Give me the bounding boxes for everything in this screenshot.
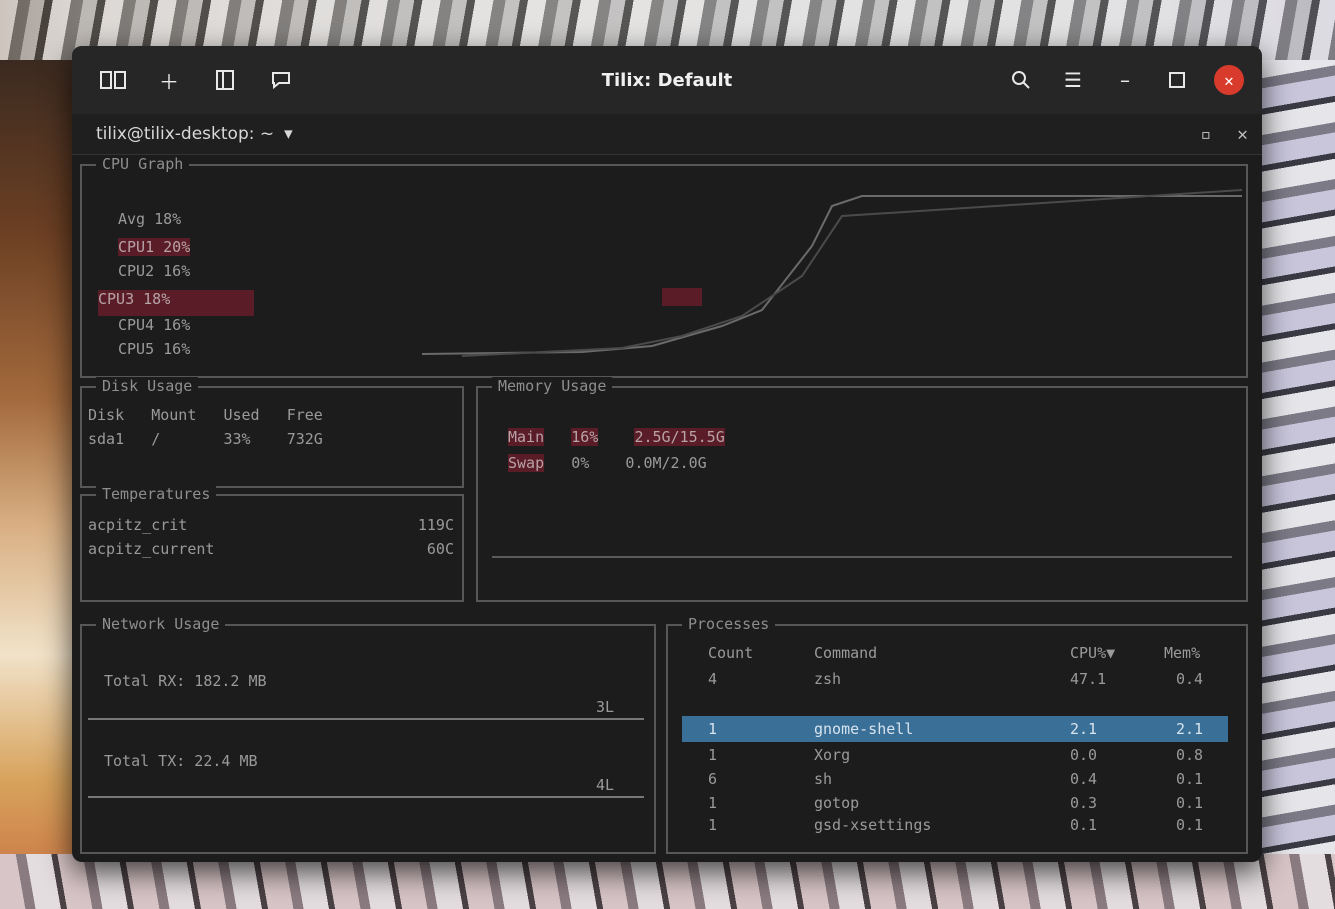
add-icon[interactable]: ＋ — [154, 65, 184, 95]
process-header-cpu[interactable]: CPU%▼ — [1070, 644, 1115, 662]
process-count: 1 — [708, 816, 718, 834]
network-rx-rate: 3L — [596, 698, 615, 716]
session-close-icon[interactable]: ✕ — [1237, 124, 1248, 145]
temp-value-0: 119C — [417, 516, 454, 534]
search-icon[interactable] — [1006, 65, 1036, 95]
selected-process-highlight — [682, 716, 1228, 742]
process-command: zsh — [814, 670, 842, 688]
session-dropdown[interactable]: tilix@tilix-desktop: ~ ▾ — [72, 124, 293, 144]
process-mem: 0.4 — [1176, 670, 1204, 688]
headerbar-right: ☰ – ✕ — [1006, 46, 1244, 114]
network-tx-rate: 4L — [596, 776, 615, 794]
memory-graph-line — [492, 556, 1232, 558]
cpu-legend-2: CPU2 16% — [118, 262, 191, 280]
process-count: 1 — [708, 794, 718, 812]
network-usage-title: Network Usage — [96, 615, 226, 633]
headerbar-left: ＋ — [72, 65, 296, 95]
memory-swap-row: Swap 0% 0.0M/2.0G — [508, 454, 707, 472]
close-icon[interactable]: ✕ — [1214, 65, 1244, 95]
process-cpu: 0.4 — [1070, 770, 1098, 788]
temp-row-0: acpitz_crit — [88, 516, 188, 534]
process-cpu: 2.1 — [1070, 720, 1098, 738]
wallpaper-bottom — [0, 854, 1335, 909]
wallpaper-right — [1250, 60, 1335, 909]
process-count: 1 — [708, 746, 718, 764]
temperatures-title: Temperatures — [96, 485, 217, 503]
minimize-icon[interactable]: – — [1110, 65, 1140, 95]
cpu-legend-5: CPU5 16% — [118, 340, 191, 358]
session-tabbar: tilix@tilix-desktop: ~ ▾ ▫ ✕ — [72, 114, 1262, 155]
process-command: sh — [814, 770, 833, 788]
processes-title: Processes — [682, 615, 776, 633]
process-mem: 0.1 — [1176, 794, 1204, 812]
chat-icon[interactable] — [266, 65, 296, 95]
cpu-graph-panel: CPU Graph Avg 18% CPU1 20% CPU2 16% CPU3… — [80, 155, 1248, 378]
network-tx-label: Total TX: 22.4 MB — [104, 752, 258, 770]
process-mem: 2.1 — [1176, 720, 1204, 738]
process-command: Xorg — [814, 746, 851, 764]
memory-usage-panel: Memory Usage Main 16% 2.5G/15.5G Swap 0%… — [476, 377, 1248, 602]
maximize-icon[interactable] — [1162, 65, 1192, 95]
network-tx-line — [88, 796, 644, 798]
disk-usage-title: Disk Usage — [96, 377, 199, 395]
disk-usage-panel: Disk Usage Disk Mount Used Free sda1 / 3… — [80, 377, 464, 488]
process-header-command[interactable]: Command — [814, 644, 877, 662]
disk-header-row: Disk Mount Used Free — [88, 406, 323, 424]
process-cpu: 0.3 — [1070, 794, 1098, 812]
session-label: tilix@tilix-desktop: ~ — [96, 124, 275, 144]
terminal-window: ＋ Tilix: Default ☰ – ✕ tilix@tilix-deskt… — [72, 46, 1262, 862]
cpu-graph-plot — [422, 189, 1242, 357]
process-cpu: 0.1 — [1070, 816, 1098, 834]
wallpaper-left — [0, 60, 80, 909]
split-icon[interactable] — [98, 65, 128, 95]
process-mem: 0.8 — [1176, 746, 1204, 764]
cpu-legend-3: CPU3 18% — [98, 290, 254, 316]
process-cpu: 47.1 — [1070, 670, 1107, 688]
network-usage-panel: Network Usage Total RX: 182.2 MB 3L Tota… — [80, 615, 656, 854]
process-command: gnome-shell — [814, 720, 914, 738]
process-count: 4 — [708, 670, 718, 688]
temp-row-1: acpitz_current — [88, 540, 215, 558]
process-count: 1 — [708, 720, 718, 738]
memory-main-row: Main 16% 2.5G/15.5G — [508, 428, 725, 446]
temperatures-panel: Temperatures acpitz_crit 119C acpitz_cur… — [80, 485, 464, 602]
process-cpu: 0.0 — [1070, 746, 1098, 764]
process-command: gotop — [814, 794, 860, 812]
process-mem: 0.1 — [1176, 816, 1204, 834]
cpu-graph-title: CPU Graph — [96, 155, 190, 173]
cpu-legend-4: CPU4 16% — [118, 316, 191, 334]
cpu-legend-0: Avg 18% — [118, 210, 182, 228]
processes-panel: Processes Count Command CPU%▼ Mem% 4 zsh… — [666, 615, 1248, 854]
chevron-down-icon: ▾ — [284, 124, 293, 144]
network-rx-line — [88, 718, 644, 720]
session-actions: ▫ ✕ — [1200, 124, 1248, 145]
session-maximize-icon[interactable]: ▫ — [1200, 124, 1211, 145]
process-count: 6 — [708, 770, 718, 788]
sidebar-icon[interactable] — [210, 65, 240, 95]
disk-row: sda1 / 33% 732G — [88, 430, 323, 448]
process-header-mem[interactable]: Mem% — [1164, 644, 1200, 662]
gotop-terminal[interactable]: CPU Graph Avg 18% CPU1 20% CPU2 16% CPU3… — [80, 155, 1250, 854]
memory-usage-title: Memory Usage — [492, 377, 613, 395]
process-command: gsd-xsettings — [814, 816, 932, 834]
network-rx-label: Total RX: 182.2 MB — [104, 672, 267, 690]
process-header-count[interactable]: Count — [708, 644, 753, 662]
process-mem: 0.1 — [1176, 770, 1204, 788]
cpu-legend-1: CPU1 20% — [118, 238, 191, 256]
headerbar: ＋ Tilix: Default ☰ – ✕ — [72, 46, 1262, 114]
temp-value-1: 60C — [426, 540, 454, 558]
menu-icon[interactable]: ☰ — [1058, 65, 1088, 95]
